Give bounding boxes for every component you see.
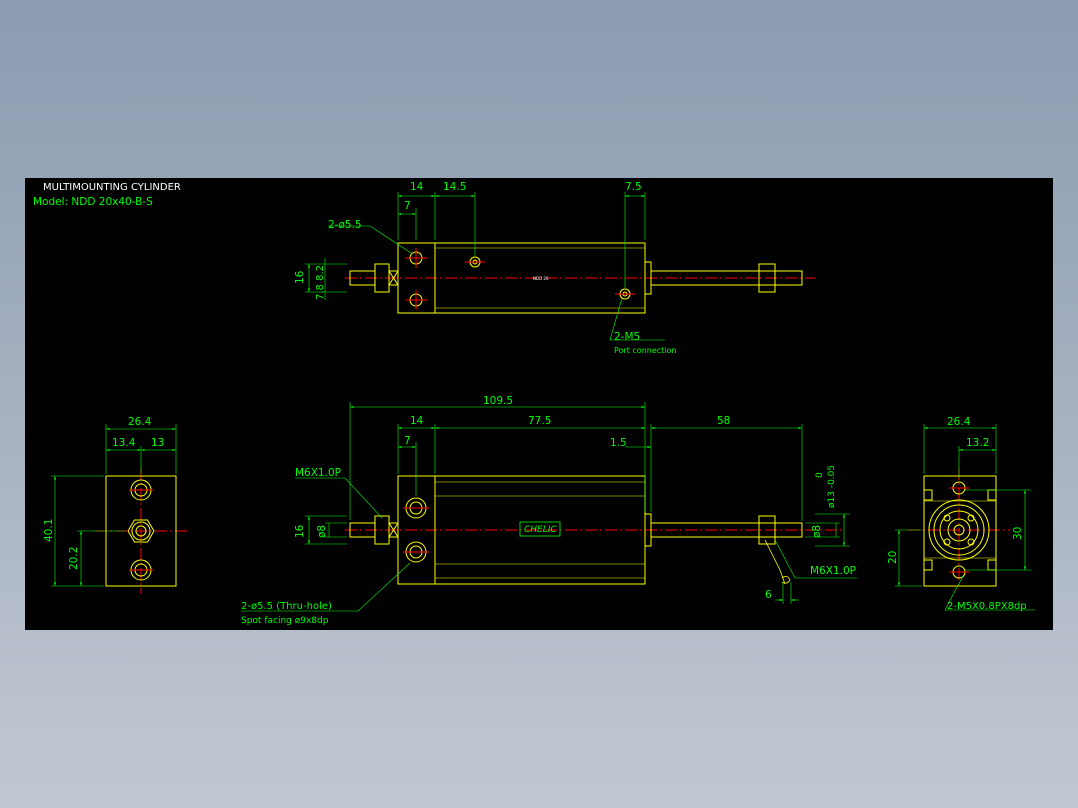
front-callout-hole: 2-ø5.5 (Thru-hole) [241,601,332,612]
right-callout: 2-M5X0.8PX8dp [947,601,1027,612]
top-dim-7: 7 [404,200,411,212]
front-callout-thread-right: M6X1.0P [810,565,856,577]
right-end-view: 26.4 13.2 30 20 2-M5X0.8PX8dp [887,416,1035,612]
front-dim-77-5: 77.5 [528,415,551,427]
front-dim-8-left: ø8 [316,525,328,538]
right-dim-20: 20 [887,551,899,564]
left-dim-13: 13 [151,437,164,449]
right-dim-26-4: 26.4 [947,416,971,428]
left-dim-20-2: 20.2 [68,547,80,570]
right-dim-30: 30 [1012,527,1024,540]
front-dim-14: 14 [410,415,424,427]
drawing-title: MULTIMOUNTING CYLINDER [43,182,181,193]
top-dim-14-5: 14.5 [443,181,466,193]
front-dim-109-5: 109.5 [483,395,513,407]
top-dim-7-8-8-2: 7.8 8.2 [315,265,326,300]
front-dim-13-tol-upper: 0 [815,472,825,478]
left-dim-26-4: 26.4 [128,416,152,428]
top-dim-14: 14 [410,181,424,193]
right-dim-13-2: 13.2 [966,437,989,449]
top-view: NDD 20 14 14.5 7 7.5 16 7.8 8.2 2-ø5.5 2… [294,181,815,355]
front-logo: CHELIC [524,525,557,535]
front-callout-thread-left: M6X1.0P [295,467,341,479]
front-view: CHELIC 109.5 14 77.5 58 7 1.5 16 ø8 ø8 0… [241,395,857,626]
front-dim-6: 6 [765,589,772,601]
front-dim-1-5: 1.5 [610,437,627,449]
front-dim-7: 7 [404,435,411,447]
front-dim-58: 58 [717,415,730,427]
front-dim-13-tol: ø13 -0.05 [827,465,837,508]
cad-drawing-svg: MULTIMOUNTING CYLINDER Model: NDD 20x40-… [33,181,1035,626]
left-end-view: 26.4 13.4 13 40.1 20.2 [43,416,187,594]
left-dim-13-4: 13.4 [112,437,136,449]
top-callout-hole: 2-ø5.5 [328,219,362,231]
drawing-model: Model: NDD 20x40-B-S [33,196,153,208]
left-dim-40-1: 40.1 [43,519,55,542]
front-dim-16: 16 [294,524,306,538]
top-body-label: NDD 20 [533,276,549,281]
top-dim-16: 16 [294,270,306,284]
front-dim-8-right: ø8 [811,525,823,538]
front-callout-facing: Spot facing ø9x8dp [241,616,329,626]
top-dim-7-5: 7.5 [625,181,642,193]
cad-drawing-canvas: MULTIMOUNTING CYLINDER Model: NDD 20x40-… [25,178,1053,630]
top-port-note: Port connection [614,346,676,355]
top-callout-port: 2-M5 [614,331,640,343]
